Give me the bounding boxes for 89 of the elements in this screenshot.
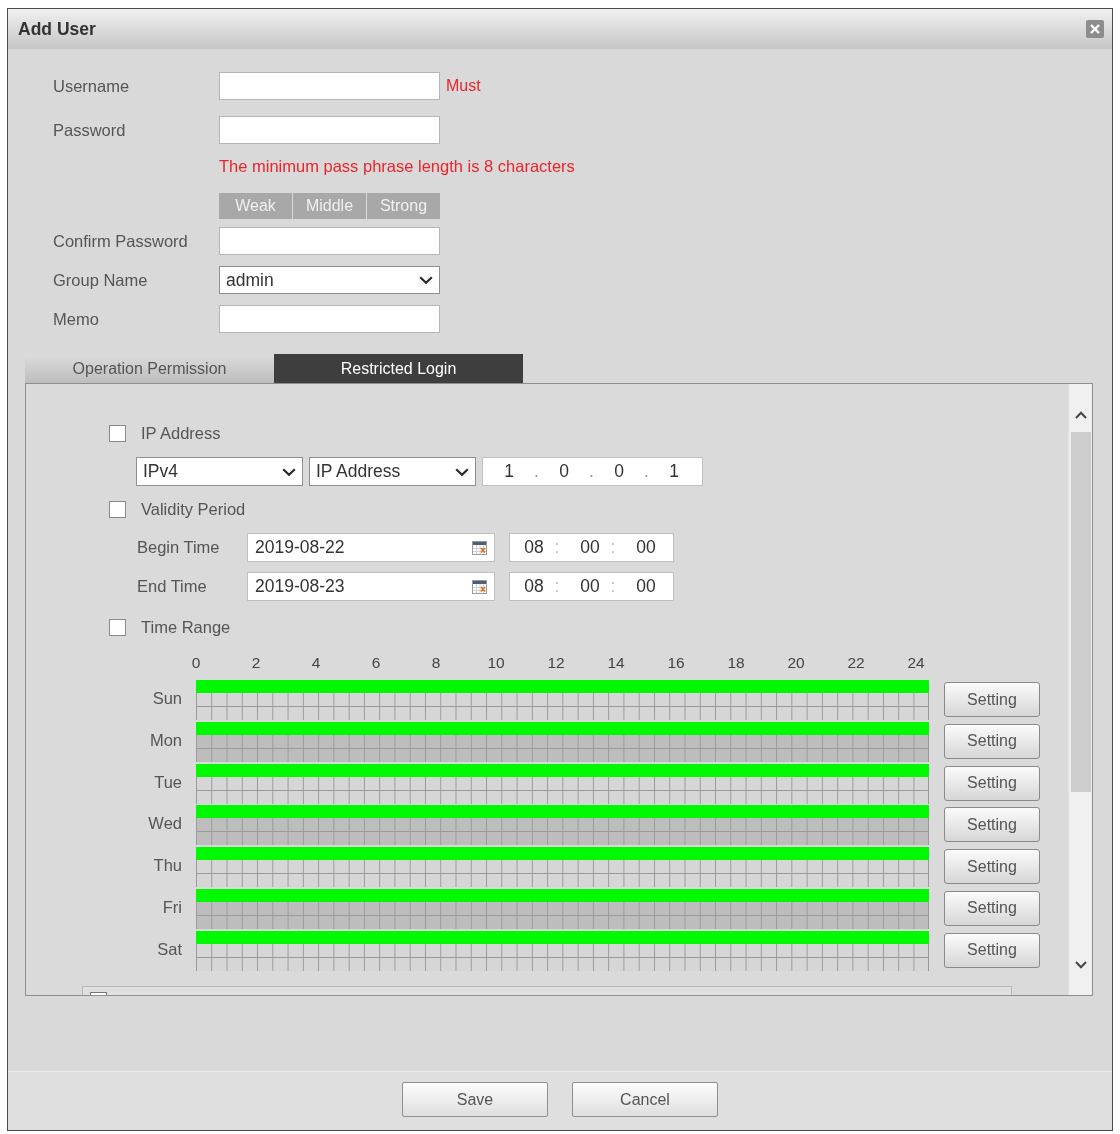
hour-label: 10 [487, 654, 505, 671]
strength-segment: Weak [219, 193, 292, 219]
strength-segment: Middle [293, 193, 366, 219]
dropdown[interactable]: IPv4 [136, 457, 303, 486]
tab[interactable]: Restricted Login [274, 354, 523, 383]
day-label: Fri [162, 899, 182, 916]
option-label: Time Range [141, 617, 231, 637]
cancel-button[interactable]: Cancel [572, 1082, 718, 1117]
checkbox[interactable] [109, 618, 126, 636]
save-button[interactable]: Save [402, 1082, 548, 1117]
text-input[interactable] [219, 72, 440, 100]
field-label: Memo [53, 309, 99, 329]
octet-input[interactable]: 0 [604, 461, 634, 482]
calendar-icon[interactable] [472, 579, 487, 594]
time-label: End Time [137, 577, 207, 596]
field-label: Group Name [53, 270, 148, 290]
date-field[interactable]: 2019-08-22 [247, 533, 495, 562]
hour-label: 20 [787, 654, 805, 671]
time-input[interactable]: 00 [634, 576, 658, 597]
setting-button[interactable]: Setting [944, 932, 1040, 968]
hour-label: 12 [547, 654, 565, 671]
chevron-down-icon [455, 467, 469, 476]
day-label: Tue [154, 773, 182, 791]
time-field[interactable]: 08 : 00 : 00 [509, 533, 674, 562]
calendar-icon[interactable] [472, 540, 487, 555]
field-label: Password [53, 120, 126, 140]
text-input[interactable] [219, 116, 440, 144]
time-input[interactable]: 08 [522, 576, 546, 597]
hour-label: 0 [191, 654, 201, 671]
time-input[interactable]: 08 [522, 537, 546, 558]
octet-separator: . [643, 461, 650, 482]
scrollbar[interactable] [1068, 384, 1092, 995]
time-separator: : [553, 537, 561, 558]
option-label: IP Address [141, 423, 221, 443]
setting-button[interactable]: Setting [944, 682, 1040, 717]
checkbox[interactable] [109, 424, 126, 442]
time-label: Begin Time [137, 538, 220, 557]
time-input[interactable]: 00 [578, 537, 602, 558]
hour-label: 2 [251, 654, 261, 671]
hour-label: 24 [907, 654, 925, 671]
time-separator: : [609, 576, 617, 597]
strength-segment: Strong [367, 193, 440, 219]
time-separator: : [553, 576, 561, 597]
hour-label: 14 [607, 654, 625, 671]
chevron-down-icon [282, 467, 296, 476]
time-input[interactable]: 00 [634, 537, 658, 558]
hour-label: 4 [311, 654, 321, 671]
checkbox[interactable] [109, 500, 126, 518]
scrollbar-thumb[interactable] [1070, 432, 1091, 792]
hour-label: 6 [371, 654, 381, 671]
text-input[interactable] [219, 305, 440, 333]
setting-button[interactable]: Setting [944, 807, 1040, 843]
dropdown[interactable]: admin [219, 266, 440, 294]
time-separator: : [609, 537, 617, 558]
hour-label: 18 [727, 654, 745, 671]
day-label: Thu [153, 857, 182, 875]
text-input[interactable] [219, 227, 440, 255]
dropdown[interactable]: IP Address [309, 457, 476, 486]
octet-input[interactable]: 1 [494, 461, 524, 482]
time-input[interactable]: 00 [578, 576, 602, 597]
option-label: Validity Period [141, 499, 246, 519]
chevron-down-icon[interactable] [1074, 961, 1087, 969]
setting-button[interactable]: Setting [944, 765, 1040, 801]
octet-input[interactable]: 1 [659, 461, 689, 482]
setting-button[interactable]: Setting [944, 891, 1040, 926]
close-icon[interactable] [1086, 20, 1104, 38]
required-note: Must [446, 77, 481, 95]
day-label: Mon [149, 731, 182, 749]
day-label: Sun [152, 690, 182, 707]
chevron-down-icon [419, 276, 433, 284]
time-field[interactable]: 08 : 00 : 00 [509, 572, 674, 601]
setting-button[interactable]: Setting [944, 723, 1040, 759]
field-label: Username [53, 76, 130, 96]
ip-address-field[interactable]: 1 . 0 . 0 . 1 [482, 457, 703, 486]
octet-input[interactable]: 0 [549, 461, 579, 482]
checkbox[interactable] [90, 991, 107, 995]
field-label: Confirm Password [53, 231, 188, 251]
setting-button[interactable]: Setting [944, 849, 1040, 885]
octet-separator: . [533, 461, 540, 482]
octet-separator: . [588, 461, 595, 482]
date-field[interactable]: 2019-08-23 [247, 572, 495, 601]
dialog-title: Add User [18, 18, 96, 40]
day-label: Sat [157, 940, 182, 958]
chevron-up-icon[interactable] [1074, 411, 1087, 419]
hour-label: 22 [847, 654, 865, 671]
hint-text: The minimum pass phrase length is 8 characters [219, 156, 575, 176]
hour-label: 8 [431, 654, 441, 671]
day-label: Wed [148, 815, 182, 833]
hour-label: 16 [667, 654, 685, 671]
